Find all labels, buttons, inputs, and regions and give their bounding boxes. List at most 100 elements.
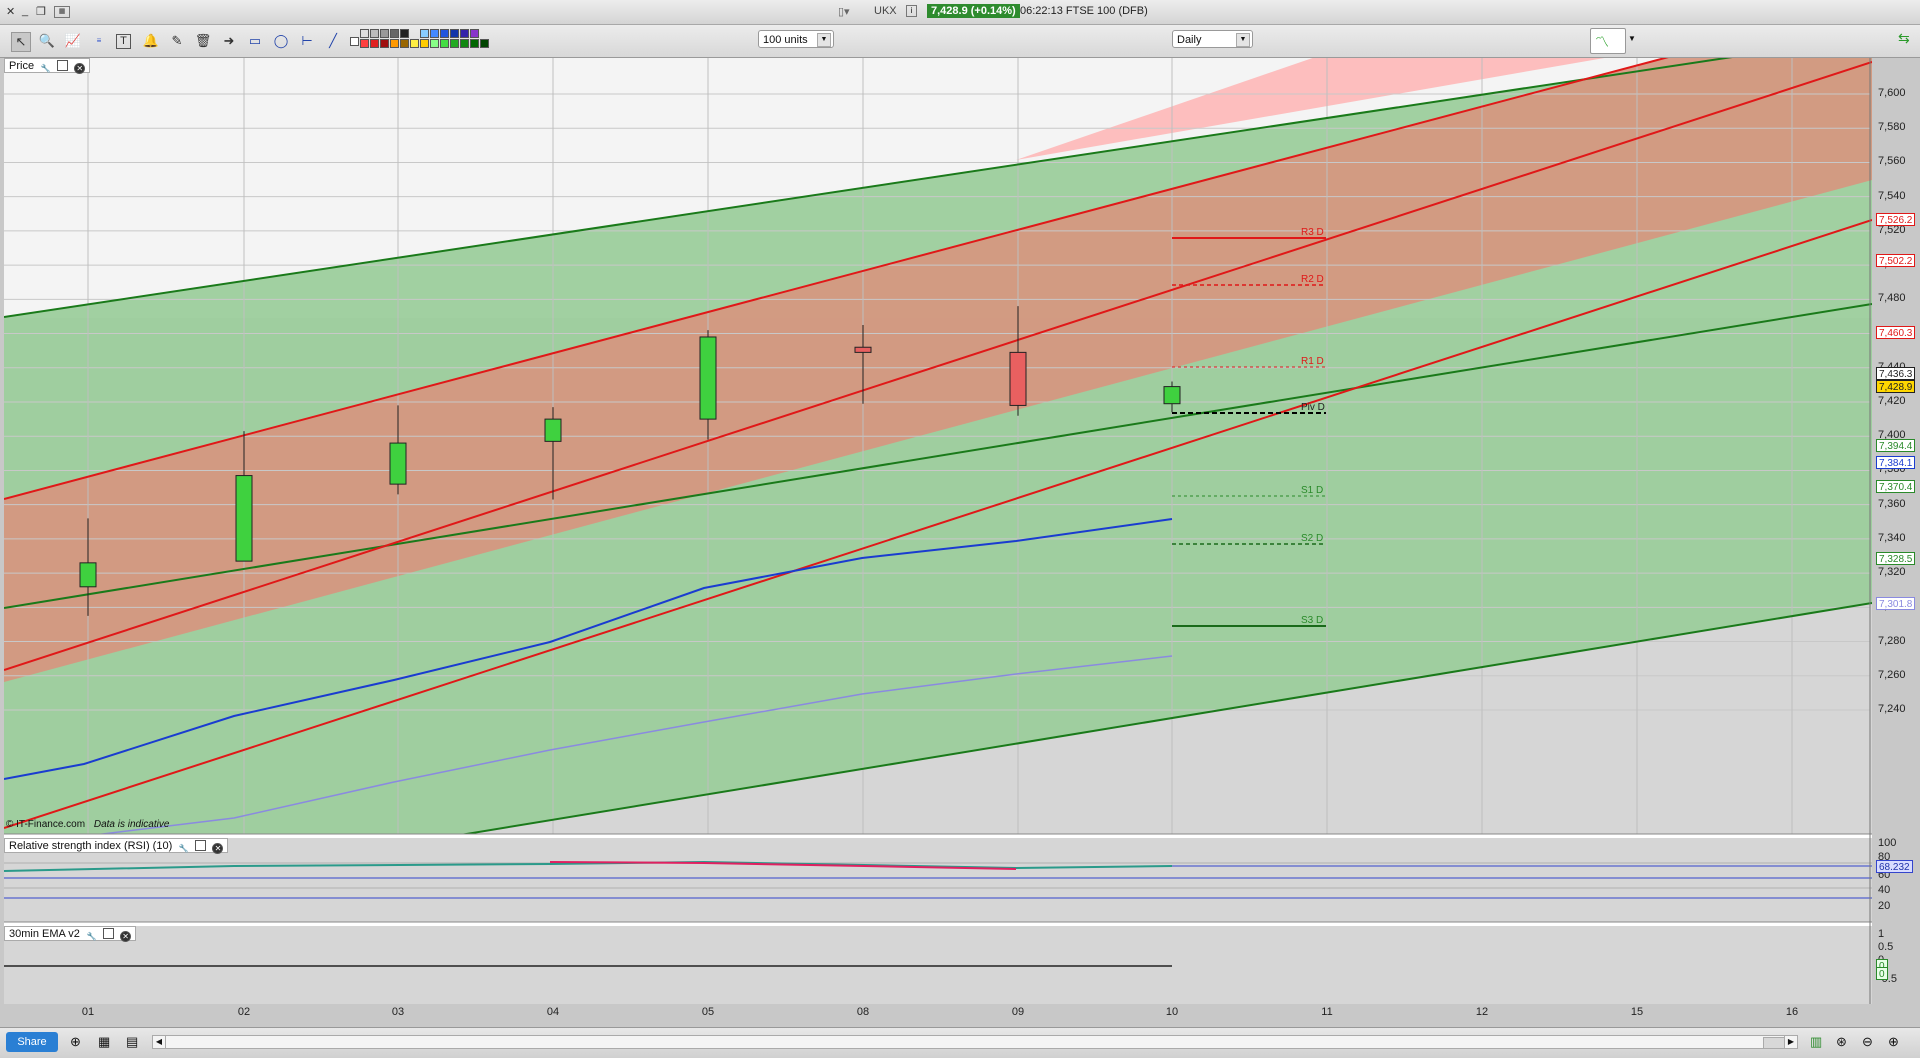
color-swatch[interactable] (420, 29, 429, 38)
wrench-icon[interactable]: 🔧 (178, 844, 189, 855)
color-swatch[interactable] (380, 39, 389, 48)
price-tick: 7,600 (1878, 87, 1906, 99)
table-icon[interactable]: ▤ (126, 1034, 138, 1050)
wrench-icon[interactable]: 🔧 (40, 64, 51, 75)
pivot-label: R2 D (1301, 274, 1324, 285)
color-swatch[interactable] (480, 39, 489, 48)
price-tick: 7,580 (1878, 121, 1906, 134)
instrument-info: 06:22:13 FTSE 100 (DFB) (1020, 5, 1148, 17)
drawing-toolbar: ↖ 🔍 📈 ≡ T 🔔 ✎ 🗑 ➜ ▭ ◯ ⊢ ╱ 100 units ▼ Da… (0, 25, 1920, 58)
alert-bell-icon[interactable]: 🔔 (142, 32, 160, 50)
color-swatch[interactable] (390, 39, 399, 48)
color-swatch[interactable] (400, 29, 409, 38)
zoom-in-icon[interactable]: ⊕ (1888, 1034, 1899, 1050)
pivot-label: S1 D (1301, 485, 1324, 496)
pivot-label: S2 D (1301, 533, 1324, 544)
arrow-right-icon[interactable]: ➜ (220, 32, 238, 50)
price-tick: 7,540 (1878, 189, 1906, 202)
color-swatch[interactable] (410, 39, 419, 48)
share-button[interactable]: Share (6, 1032, 58, 1052)
color-swatch[interactable] (370, 29, 379, 38)
scroll-right-icon[interactable]: ▶ (1784, 1036, 1797, 1048)
color-swatch[interactable] (400, 39, 409, 48)
color-swatch[interactable] (470, 29, 479, 38)
color-swatch[interactable] (430, 29, 439, 38)
color-swatch[interactable] (420, 39, 429, 48)
color-swatch[interactable] (440, 39, 449, 48)
zoom-out-icon[interactable]: ⊖ (1862, 1034, 1873, 1050)
price-tag: 7,328.5 (1876, 551, 1916, 565)
price-tick: 7,280 (1878, 634, 1906, 647)
close-panel-icon[interactable]: ✕ (74, 63, 86, 74)
candle-body (1009, 351, 1027, 406)
price-tick: 7,340 (1878, 531, 1906, 544)
sidebar-toggle-icon[interactable]: ⇆ (1898, 30, 1910, 47)
date-tick: 12 (1475, 1006, 1489, 1018)
crosshair-icon[interactable]: ⊕ (70, 1034, 81, 1050)
zoom-tool-icon[interactable]: 🔍 (38, 32, 56, 50)
ema-panel-title: 30min EMA v2 (9, 928, 80, 940)
color-swatch[interactable] (380, 29, 389, 38)
color-swatch[interactable] (460, 39, 469, 48)
trendline-tool-icon[interactable]: ╱ (324, 32, 342, 50)
grid-icon[interactable]: ▦ (98, 1034, 110, 1050)
ema-tick: 0.5 (1878, 941, 1894, 953)
rectangle-tool-icon[interactable]: ▭ (246, 32, 264, 50)
date-tick: 11 (1321, 1006, 1333, 1018)
zoom-fit-icon[interactable]: ⊛ (1836, 1034, 1847, 1050)
maximize-panel-icon[interactable] (195, 840, 207, 851)
chart-settings-icon[interactable]: ▥ (1810, 1034, 1822, 1050)
chart-scrollbar[interactable]: ◀ ▶ (152, 1035, 1798, 1049)
chart-area[interactable]: Price 🔧 ✕ Relative strength index (RSI) … (4, 58, 1872, 1004)
chevron-down-icon[interactable]: ▼ (1628, 34, 1636, 43)
price-tag: 7,526.2 (1876, 213, 1916, 227)
color-swatch[interactable] (440, 29, 449, 38)
info-icon[interactable]: i (906, 5, 917, 17)
minimize-window-icon[interactable]: _ (22, 5, 28, 17)
share-button-label: Share (17, 1036, 47, 1048)
units-select-value: 100 units (763, 34, 808, 46)
fib-tool-icon[interactable]: ≡ (90, 32, 108, 50)
watermark: © IT-Finance.com Data is indicative (6, 819, 169, 830)
color-swatch[interactable] (390, 29, 399, 38)
keyboard-icon[interactable]: ▦ (54, 6, 70, 18)
scroll-left-icon[interactable]: ◀ (153, 1036, 166, 1048)
restore-window-icon[interactable]: ❐ (36, 5, 46, 18)
candle-body (699, 336, 717, 420)
pointer-tool-icon[interactable]: ↖ (11, 32, 31, 52)
date-tick: 02 (237, 1006, 251, 1018)
wrench-icon[interactable]: 🔧 (86, 932, 97, 943)
color-swatch[interactable] (350, 37, 359, 46)
scroll-thumb[interactable] (1763, 1037, 1785, 1049)
color-swatch[interactable] (470, 39, 479, 48)
color-swatch[interactable] (460, 29, 469, 38)
color-swatch[interactable] (450, 39, 459, 48)
pivot-label: S3 D (1301, 615, 1324, 626)
maximize-panel-icon[interactable] (103, 928, 115, 939)
maximize-panel-icon[interactable] (57, 60, 69, 71)
interval-select[interactable]: Daily ▼ (1172, 30, 1253, 48)
ellipse-tool-icon[interactable]: ◯ (272, 32, 290, 50)
close-window-icon[interactable]: ✕ (6, 5, 15, 18)
chart-type-icon[interactable]: ▯▾ (838, 5, 850, 18)
units-select[interactable]: 100 units ▼ (758, 30, 834, 48)
color-swatch[interactable] (370, 39, 379, 48)
chart-tool-icon[interactable]: 📈 (64, 32, 82, 50)
color-swatch[interactable] (430, 39, 439, 48)
price-tick: 7,420 (1878, 395, 1906, 407)
indicators-button[interactable]: 〽 (1590, 28, 1626, 54)
rsi-panel-title: Relative strength index (RSI) (10) (9, 840, 173, 852)
color-swatch[interactable] (360, 29, 369, 38)
eraser-tool-icon[interactable]: ✎ (168, 32, 186, 50)
horizontal-line-tool-icon[interactable]: ⊢ (298, 32, 316, 50)
watermark-source: © IT-Finance.com (6, 819, 86, 830)
color-swatch[interactable] (450, 29, 459, 38)
price-chart[interactable] (4, 58, 1872, 1004)
text-tool-icon[interactable]: T (116, 34, 131, 49)
chevron-down-icon: ▼ (1236, 33, 1250, 47)
close-panel-icon[interactable]: ✕ (120, 931, 132, 942)
trash-icon[interactable]: 🗑 (194, 32, 212, 50)
price-tag: 7,370.4 (1876, 479, 1916, 493)
close-panel-icon[interactable]: ✕ (212, 843, 224, 854)
color-swatch[interactable] (360, 39, 369, 48)
